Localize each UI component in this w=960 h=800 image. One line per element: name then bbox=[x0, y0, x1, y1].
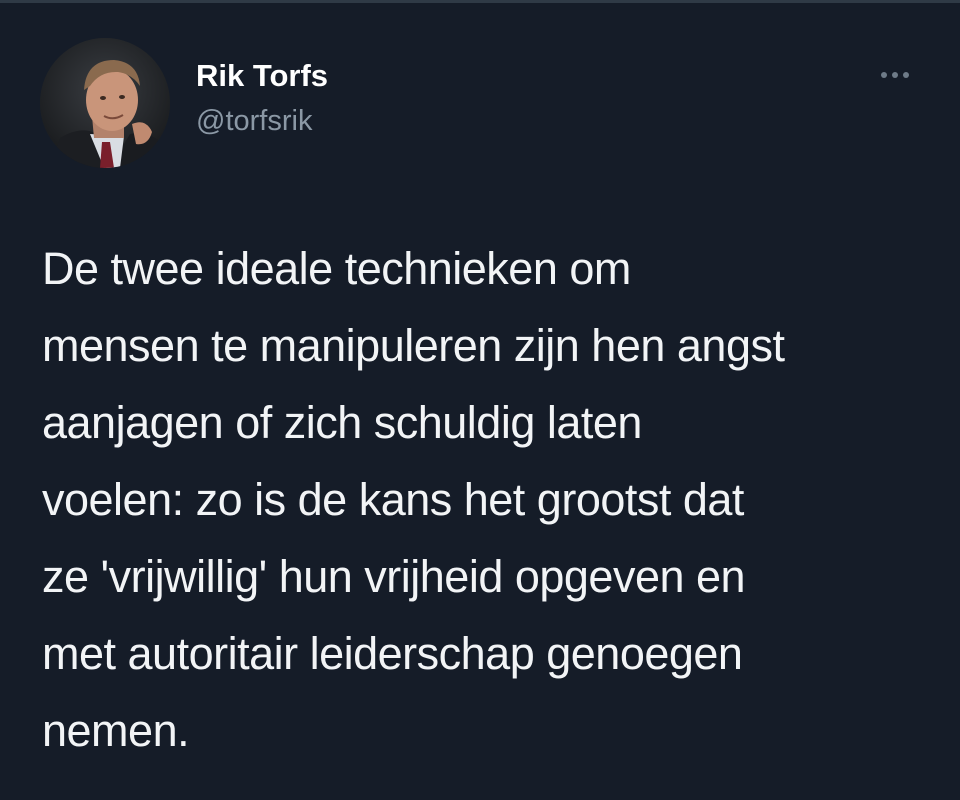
tweet: Rik Torfs @torfsrik De twee ideale techn… bbox=[0, 0, 960, 800]
more-horizontal-icon-dot bbox=[892, 72, 898, 78]
more-horizontal-icon bbox=[881, 72, 887, 78]
author-display-name[interactable]: Rik Torfs bbox=[196, 58, 328, 94]
more-options-button[interactable] bbox=[870, 60, 920, 90]
more-horizontal-icon-dot bbox=[903, 72, 909, 78]
author-handle[interactable]: @torfsrik bbox=[196, 104, 312, 138]
avatar-photo bbox=[40, 38, 170, 168]
tweet-text: De twee ideale technieken om mensen te m… bbox=[42, 243, 785, 756]
avatar[interactable] bbox=[40, 38, 170, 168]
